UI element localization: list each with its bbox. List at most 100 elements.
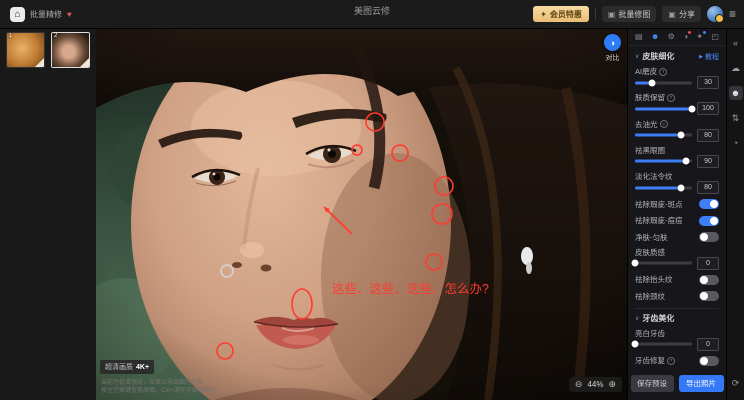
slider-knob[interactable] — [632, 260, 639, 267]
heart-badge-icon: ♥ — [67, 10, 72, 19]
slider-label-row: 皮肤质感 — [635, 247, 719, 257]
toggle-switch[interactable] — [699, 232, 719, 242]
slider-line: 100 — [635, 103, 719, 115]
slider-track[interactable] — [635, 259, 692, 267]
slider-label: 祛黑眼圈 — [635, 145, 665, 156]
slider-knob[interactable] — [689, 105, 696, 112]
tutorial-link[interactable]: ▶教程 — [699, 52, 719, 62]
slider-track[interactable] — [635, 340, 692, 348]
slider-knob[interactable] — [632, 341, 639, 348]
slider-fill — [635, 107, 692, 110]
thumbnail-list: 12 — [0, 28, 96, 72]
share-button[interactable]: ▣ 分享 — [662, 6, 701, 22]
toggle-switch[interactable] — [699, 291, 719, 301]
slider-value[interactable]: 100 — [697, 102, 719, 115]
tab-more[interactable]: ◰ — [711, 33, 719, 41]
thumbnail-index: 2 — [54, 33, 57, 39]
selected-flag-icon — [35, 58, 44, 67]
avatar[interactable] — [707, 6, 723, 22]
slider-label-row: 亮白牙齿 — [635, 328, 719, 338]
help-icon[interactable]: ? — [660, 120, 668, 128]
retouch-tool-icon[interactable]: ☻ — [729, 86, 743, 100]
compare-button[interactable]: ◑ 对比 — [604, 34, 621, 63]
batch-retouch-button[interactable]: ▣ 批量修图 — [602, 6, 657, 22]
photo-thumbnail[interactable]: 1 — [6, 32, 45, 68]
tab-effects[interactable]: ✦ — [696, 33, 703, 41]
vip-promo-button[interactable]: ✦ 会员特惠 — [533, 6, 589, 22]
slider-track[interactable] — [635, 157, 692, 165]
slider-value[interactable]: 80 — [697, 129, 719, 142]
slider-knob[interactable] — [683, 158, 690, 165]
slider-track[interactable] — [635, 184, 692, 192]
help-icon[interactable]: ? — [667, 357, 675, 365]
quality-badge-label: 超清画质 — [105, 362, 133, 372]
slider-line: 0 — [635, 338, 719, 350]
zoom-in-icon[interactable]: ⊕ — [608, 379, 616, 390]
compare-label: 对比 — [606, 53, 620, 63]
slider-knob[interactable] — [649, 79, 656, 86]
save-preset-button[interactable]: 保存预设 — [631, 375, 674, 392]
slider-track[interactable] — [635, 131, 692, 139]
toggle-knob — [710, 200, 718, 208]
slider-value[interactable]: 90 — [697, 155, 719, 168]
toggle-label: 牙齿修复 — [635, 355, 665, 366]
toggle-switch[interactable] — [699, 356, 719, 366]
slider-knob[interactable] — [677, 184, 684, 191]
panel-tabs: ▤ ☻ ⚙ ◑ ✦ ◰ — [628, 28, 726, 46]
notification-dot — [688, 31, 691, 34]
adjust-tool-icon[interactable]: ⇅ — [729, 111, 743, 125]
compare-icon: ◑ — [610, 38, 615, 48]
help-icon[interactable]: ? — [659, 68, 667, 76]
toggle-switch[interactable] — [699, 216, 719, 226]
tab-color[interactable]: ◑ — [683, 33, 688, 41]
photo-thumbnail[interactable]: 2 — [51, 32, 90, 68]
slider-label-row: 祛黑眼圈 — [635, 145, 719, 155]
slider-line: 30 — [635, 77, 719, 89]
slider-fill — [635, 134, 681, 137]
thumbnail-index: 1 — [9, 33, 12, 39]
slider-label: 去油光 — [635, 119, 658, 130]
tab-beauty[interactable]: ☻ — [651, 33, 659, 41]
toggle-label: 祛除颈纹 — [635, 291, 665, 302]
tab-template[interactable]: ▤ — [635, 33, 643, 41]
share-label: 分享 — [679, 9, 695, 20]
slider-label: AI磨皮 — [635, 66, 657, 77]
slider-row: 肤质保留?100 — [635, 92, 719, 116]
slider-value[interactable]: 80 — [697, 181, 719, 194]
slider-line: 80 — [635, 129, 719, 141]
toggle-knob — [700, 292, 708, 300]
toggle-row: 净肤-匀肤 — [635, 230, 719, 245]
slider-track[interactable] — [635, 105, 692, 113]
slider-fill — [635, 186, 681, 189]
zoom-out-icon[interactable]: ⊖ — [575, 379, 583, 390]
tip-line: 按住空格键查看原图，Ctrl+滚轮可缩放画布 — [101, 387, 216, 395]
cloud-sync-icon[interactable]: ☁ — [729, 61, 743, 75]
help-icon[interactable]: ? — [667, 94, 675, 102]
portrait-photo — [96, 28, 628, 400]
slider-value[interactable]: 0 — [697, 257, 719, 270]
vip-promo-label: 会员特惠 — [550, 9, 582, 20]
export-photo-button[interactable]: 导出照片 — [679, 375, 724, 392]
slider-row: 去油光? 80 — [635, 118, 719, 142]
slider-value[interactable]: 30 — [697, 76, 719, 89]
toggle-label: 净肤-匀肤 — [635, 232, 668, 243]
chevron-down-icon: ∨ — [635, 315, 639, 322]
slider-value[interactable]: 0 — [697, 338, 719, 351]
toggle-switch[interactable] — [699, 275, 719, 285]
home-button[interactable]: ⌂ — [10, 7, 25, 22]
slider-track[interactable] — [635, 79, 692, 87]
slider-label-row: 淡化法令纹 — [635, 172, 719, 182]
quality-badge: 超清画质 4K+ — [100, 360, 154, 374]
toggle-row: 祛除抬头纹 — [635, 273, 719, 288]
photo-canvas-area[interactable]: 这些、这些、这些、怎么办? ◑ 对比 超清画质 4K+ 当前为低清预览，效果以导… — [96, 28, 628, 400]
slider-rail — [635, 343, 692, 346]
slider-knob[interactable] — [677, 132, 684, 139]
tab-body[interactable]: ⚙ — [668, 33, 675, 41]
history-icon[interactable]: ◔ — [729, 136, 743, 150]
slider-rail — [635, 262, 692, 265]
toggle-switch[interactable] — [699, 199, 719, 209]
reset-icon[interactable]: ⟳ — [729, 376, 743, 390]
slider-label: 亮白牙齿 — [635, 328, 665, 339]
collapse-panel-icon[interactable]: « — [729, 36, 743, 50]
hamburger-menu-icon[interactable]: ≡ — [729, 7, 736, 21]
